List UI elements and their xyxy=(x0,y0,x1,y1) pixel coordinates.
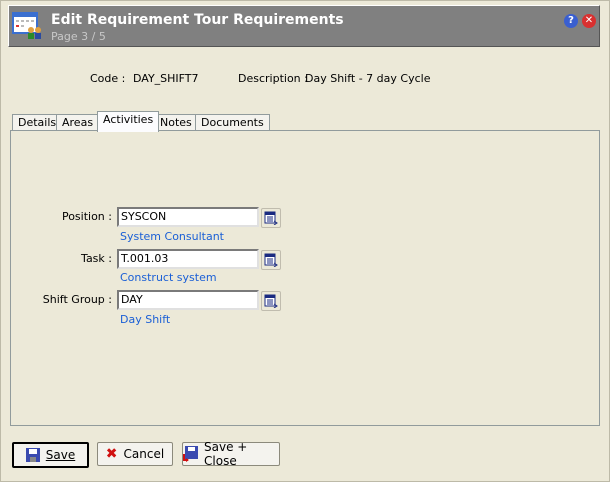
task-input[interactable]: T.001.03 xyxy=(117,249,259,269)
task-lookup-button[interactable] xyxy=(261,250,281,270)
description-label: Description : xyxy=(238,72,308,85)
position-input[interactable]: SYSCON xyxy=(117,207,259,227)
calendar-people-icon xyxy=(12,12,41,39)
floppy-disk-icon xyxy=(25,448,40,462)
description-value: Day Shift - 7 day Cycle xyxy=(305,72,431,85)
tab-activities[interactable]: Activities xyxy=(97,111,160,132)
cancel-x-icon: ✖ xyxy=(105,446,118,462)
code-value: DAY_SHIFT7 xyxy=(133,72,199,85)
close-icon[interactable]: ✕ xyxy=(582,14,596,28)
cancel-label: Cancel xyxy=(123,447,165,461)
tab-areas[interactable]: Areas xyxy=(56,114,100,131)
save-label: Save xyxy=(45,448,76,462)
tab-documents[interactable]: Documents xyxy=(195,114,270,131)
position-lookup-button[interactable] xyxy=(261,208,281,228)
dialog-title: Edit Requirement Tour Requirements xyxy=(51,12,344,28)
activities-panel xyxy=(10,130,600,426)
shift-group-label: Shift Group : xyxy=(42,293,112,306)
lookup-list-icon xyxy=(264,294,278,309)
help-icon[interactable]: ? xyxy=(564,14,578,28)
page-indicator: Page 3 / 5 xyxy=(51,30,106,43)
lookup-list-icon xyxy=(264,211,278,226)
save-close-label: Save + Close xyxy=(204,440,248,468)
position-description-link[interactable]: System Consultant xyxy=(120,230,224,243)
shift-group-description-link[interactable]: Day Shift xyxy=(120,313,170,326)
save-close-button[interactable]: Save + Close xyxy=(182,440,280,468)
task-description-link[interactable]: Construct system xyxy=(120,271,217,284)
position-label: Position : xyxy=(61,210,112,223)
code-label: Code : xyxy=(90,72,126,85)
task-label: Task : xyxy=(81,252,112,265)
save-close-icon xyxy=(183,446,198,462)
tab-notes[interactable]: Notes xyxy=(154,114,198,131)
tab-details[interactable]: Details xyxy=(12,114,63,131)
shift-group-lookup-button[interactable] xyxy=(261,291,281,311)
save-button[interactable]: Save xyxy=(12,442,89,468)
header-bar: Edit Requirement Tour Requirements Page … xyxy=(8,5,600,47)
cancel-button[interactable]: ✖ Cancel xyxy=(97,442,173,466)
lookup-list-icon xyxy=(264,253,278,268)
shift-group-input[interactable]: DAY xyxy=(117,290,259,310)
